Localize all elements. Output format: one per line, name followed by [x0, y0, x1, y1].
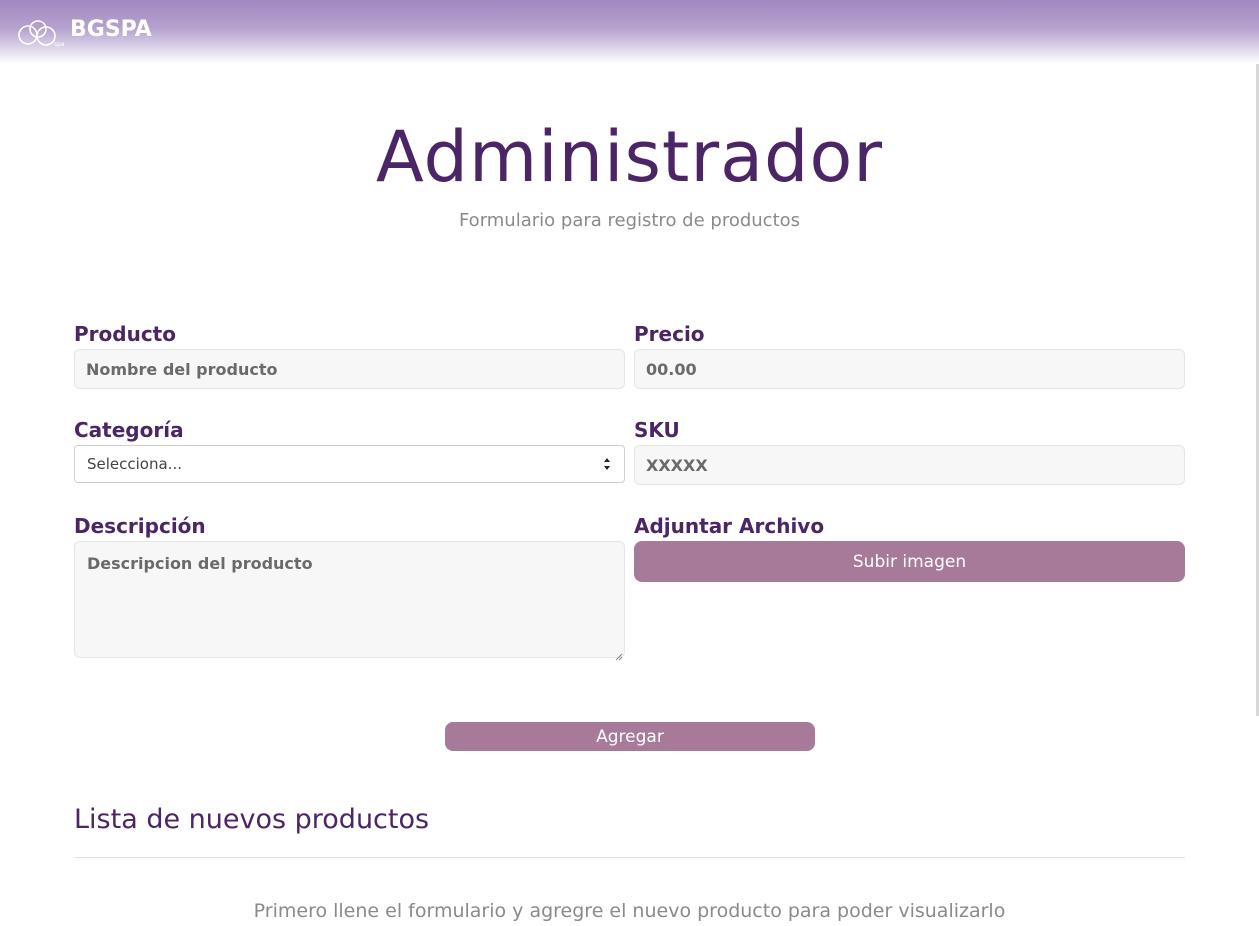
price-input[interactable]	[634, 349, 1185, 389]
sku-input[interactable]	[634, 445, 1185, 485]
empty-list-message: Primero llene el formulario y agregre el…	[253, 900, 1006, 922]
category-label: Categoría	[74, 418, 184, 442]
page-subtitle: Formulario para registro de productos	[458, 210, 801, 231]
brand-name[interactable]: BGSPA	[70, 17, 152, 42]
select-arrows-icon	[602, 456, 612, 472]
bgspa-logo-icon[interactable]: spa	[16, 15, 66, 49]
price-label: Precio	[634, 322, 705, 346]
category-select[interactable]: Selecciona...	[74, 445, 625, 483]
product-label: Producto	[74, 322, 176, 346]
svg-text:spa: spa	[54, 41, 65, 48]
section-divider	[74, 857, 1185, 858]
product-name-input[interactable]	[74, 349, 625, 389]
add-product-button[interactable]: Agregar	[445, 722, 815, 751]
top-navbar: spa BGSPA	[0, 0, 1259, 64]
description-label: Descripción	[74, 514, 206, 538]
page-title: Administrador	[375, 116, 884, 198]
attachment-label: Adjuntar Archivo	[634, 514, 825, 538]
sku-label: SKU	[634, 418, 680, 442]
resize-grip-icon[interactable]	[613, 646, 623, 661]
description-textarea[interactable]	[74, 541, 625, 658]
product-list-title: Lista de nuevos productos	[74, 804, 430, 835]
upload-image-button[interactable]: Subir imagen	[634, 541, 1185, 582]
category-selected-value: Selecciona...	[87, 455, 182, 473]
